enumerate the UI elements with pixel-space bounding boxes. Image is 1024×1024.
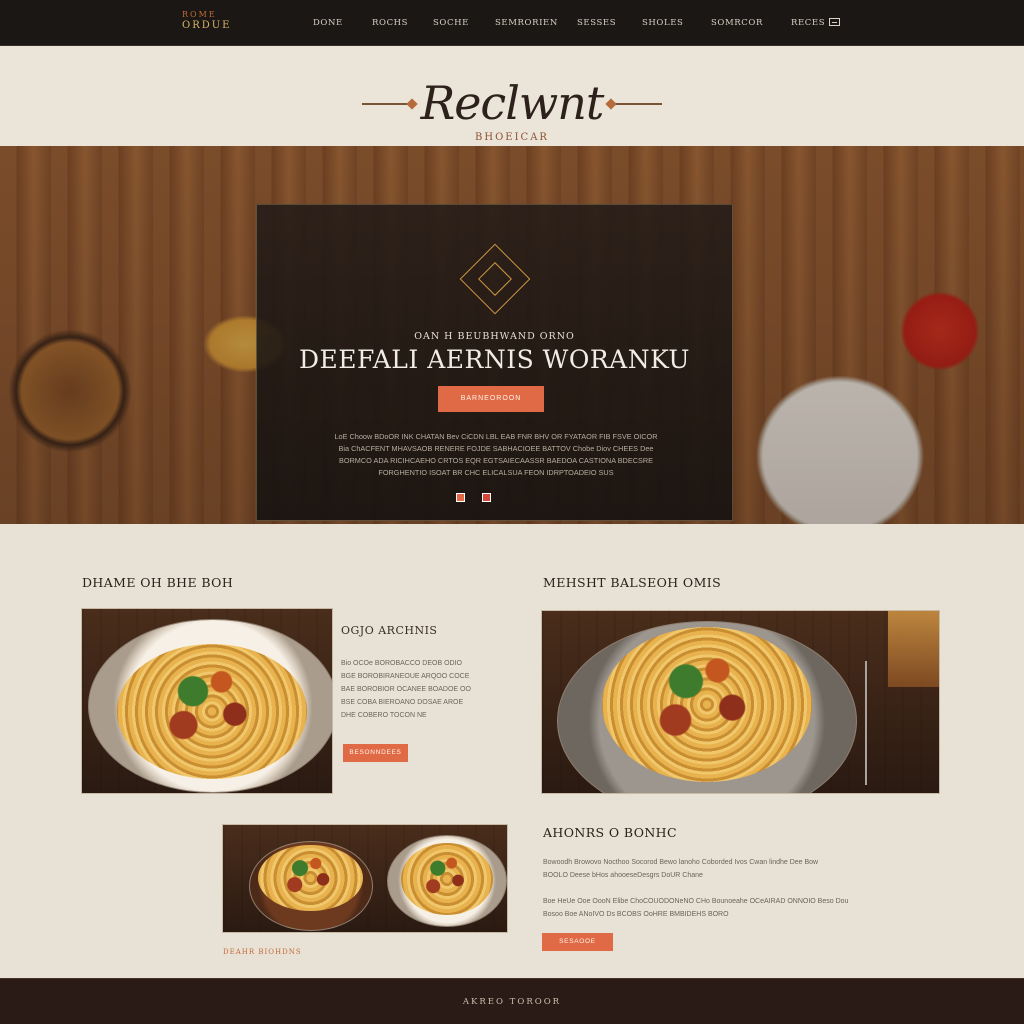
slider-dot-icon[interactable] — [482, 493, 491, 502]
nav-item-3[interactable]: SOCHE — [433, 18, 469, 28]
nav-item-5[interactable]: SESSES — [577, 18, 616, 28]
text-line: Bosoo Boe ANoIVO Ds BCOBS OoHRE BMBIDEHS… — [543, 911, 729, 918]
hero-text-line: Bia ChACFENT MHAVSAOB RENERE FOJDE SABHA… — [338, 444, 654, 453]
desc-line: DHE COBERO TOCON NE — [341, 712, 427, 719]
glass — [888, 611, 939, 687]
desc-line: BGE BOROBIRANEOUE ARQOO COCE — [341, 673, 470, 680]
logo-top-text: ROME — [182, 10, 217, 19]
nav-item-8[interactable]: RECES — [791, 18, 841, 28]
hero-text-line: FORGHENTIO ISOAT BR CHC ELICALSUA FEON I… — [378, 468, 614, 477]
hero-description: LoE Choow BDoOR INK CHATAN Bev CiCDN LBL… — [300, 431, 692, 479]
desc-line: BAE BOROBIOR OCANEE BOADOE OO — [341, 686, 471, 693]
brand-subtitle: BHOEICAR — [475, 132, 549, 143]
hero-text-line: LoE Choow BDoOR INK CHATAN Bev CiCDN LBL… — [334, 432, 658, 441]
hero-button[interactable]: BARNEOROON — [438, 386, 544, 412]
pasta-photo-left — [81, 608, 333, 794]
dish-subtitle: OGJO ARCHNIS — [341, 624, 438, 637]
nav-item-7[interactable]: SOMRCOR — [711, 18, 763, 28]
logo-bottom-text: ORDUE — [182, 20, 232, 31]
nav-item-8-label: RECES — [791, 18, 826, 28]
brand-title: Reclwnt — [420, 76, 605, 130]
dish-button[interactable]: BESONNDEES — [343, 744, 408, 762]
hero-title: DEEFALI AERNIS WORANKU — [299, 345, 690, 374]
pasta-dish — [602, 627, 812, 782]
desc-line: Bio OCOe BOROBACCO DEOB ODIO — [341, 660, 462, 667]
site-logo[interactable]: ROME ORDUE — [182, 11, 231, 31]
hero-kicker: OAN H BEUBHWAND ORNO — [414, 331, 575, 342]
hero-slider-dots — [456, 489, 491, 507]
pasta-photo-bottom — [222, 824, 508, 933]
slider-dot-icon[interactable] — [456, 493, 465, 502]
desc-line: BSE COBA BIEROANO DOSAE AROE — [341, 699, 464, 706]
text-line: BOOLO Deese bHos ahooeseDesgrs DoUR Chan… — [543, 872, 703, 879]
hero-text-line: BORMCO ADA RICIHCAEHO CRTOS EQR EGTSAIEC… — [339, 456, 653, 465]
photo-caption: DEAHR BIOHDNS — [223, 948, 302, 956]
pasta-photo-right — [541, 610, 940, 794]
nav-item-6[interactable]: SHOLES — [642, 18, 683, 28]
nav-item-1[interactable]: DONE — [313, 18, 343, 28]
fork-icon — [865, 661, 867, 785]
section-bottom-text: Bowoodh Browovo Nocthoo Socorod Bewo lan… — [543, 856, 933, 882]
nav-item-2[interactable]: ROCHS — [372, 18, 408, 28]
section-right-heading: MEHSHT BALSEOH OMIS — [543, 575, 722, 590]
text-line: Bowoodh Browovo Nocthoo Socorod Bewo lan… — [543, 859, 819, 866]
text-line: Boe HeUe Ooe OooN Elibe ChoCOUODONeNO CH… — [543, 898, 849, 905]
salad-dish — [258, 845, 363, 911]
nav-item-4[interactable]: SEMRORIEN — [495, 18, 558, 28]
dish-description: Bio OCOe BOROBACCO DEOB ODIO BGE BOROBIR… — [341, 657, 513, 722]
cart-icon[interactable] — [829, 18, 841, 26]
section-bottom-heading: AHONRS O BONHC — [543, 825, 677, 840]
section-bottom-text-2: Boe HeUe Ooe OooN Elibe ChoCOUODONeNO CH… — [543, 895, 933, 921]
section-bottom-button[interactable]: SESAOOE — [542, 933, 613, 951]
footer-text: AKREO TOROOR — [462, 997, 562, 1007]
pasta-dish — [117, 644, 307, 779]
pasta-dish — [401, 843, 493, 915]
section-left-heading: DHAME OH BHE BOH — [82, 575, 234, 590]
